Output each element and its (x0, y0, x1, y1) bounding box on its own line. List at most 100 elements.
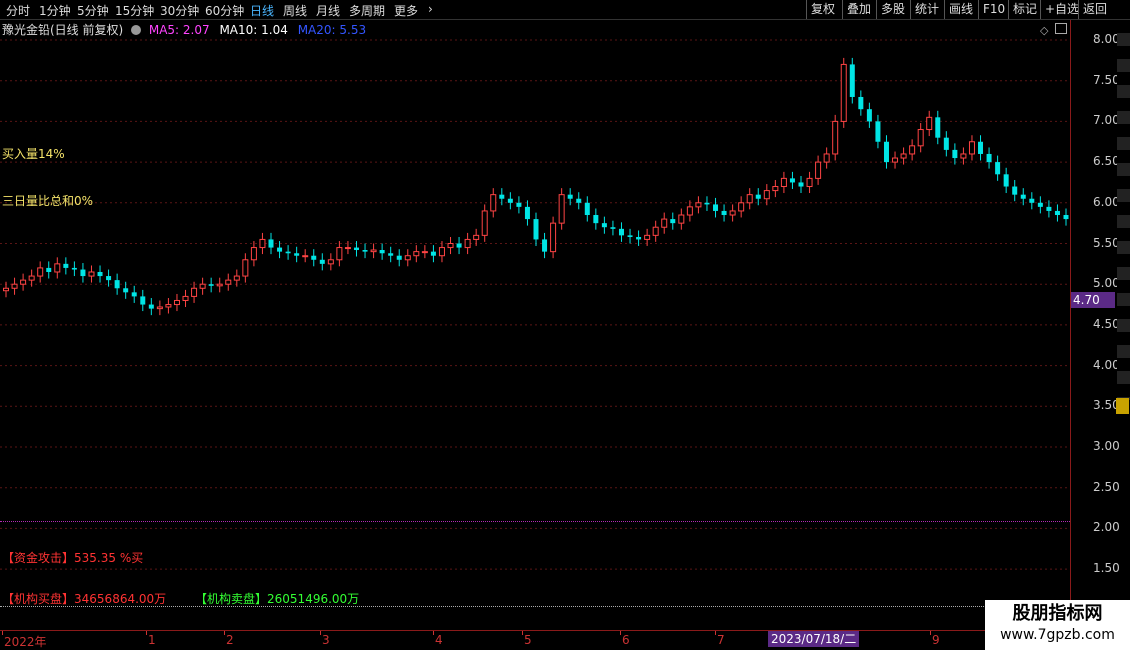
candle-body (618, 228, 624, 236)
date-tick-label: 6 (622, 633, 630, 647)
candle-body (499, 194, 505, 199)
candle-body (1063, 215, 1069, 220)
candle-body (430, 251, 436, 256)
candle-body (695, 202, 702, 208)
candle-body (507, 198, 513, 203)
candle-body (721, 210, 727, 216)
candle-body (952, 149, 958, 159)
date-tick-label: 2 (226, 633, 234, 647)
buy-ratio-text: 买入量14% (2, 147, 65, 161)
inst-sell: 【机构卖盘】26051496.00万 (195, 590, 359, 607)
candle-body (11, 283, 18, 289)
candle-body (542, 239, 548, 252)
candle-body (379, 250, 385, 254)
candle-body (233, 275, 240, 281)
date-axis: 2022年 1 2 3 4 5 6 7 9 (0, 630, 1070, 649)
candle-body (54, 263, 61, 273)
candle-body (516, 202, 522, 207)
candle-body (858, 96, 864, 110)
watermark-url: www.7gpzb.com (1000, 627, 1115, 643)
candle-body (182, 295, 189, 301)
candle-body (840, 63, 847, 122)
candle-body (610, 227, 616, 229)
date-tick (320, 631, 321, 635)
candle-body (294, 253, 300, 256)
date-tick-label: 2022年 (4, 635, 47, 649)
candle-body (1054, 210, 1060, 216)
candle-body (97, 271, 103, 277)
date-tick-label: 1 (148, 633, 156, 647)
candle-body (20, 279, 27, 285)
candle-body (481, 210, 488, 236)
candle-body (892, 157, 899, 163)
three-day-ratio-text: 三日量比总和0% (2, 194, 94, 208)
inst-buy: 【机构买盘】34656864.00万 (2, 590, 166, 607)
candle-body (652, 226, 659, 236)
candle-body (806, 177, 813, 188)
candle-body (173, 299, 180, 306)
capital-attack-value: 535.35 %买 (74, 551, 144, 565)
date-tick (224, 631, 225, 635)
candle-body (670, 219, 676, 224)
candle-body (388, 253, 394, 256)
candle-body (370, 249, 377, 253)
candle-body (917, 129, 924, 147)
candle-body (815, 161, 822, 179)
candle-body (80, 269, 86, 277)
candle-body (926, 116, 933, 131)
candle-body (123, 288, 129, 293)
date-tick-label: 9 (932, 633, 940, 647)
candle-body (593, 215, 599, 224)
price-tick-label: 2.00 (1093, 520, 1120, 535)
candle-body (849, 64, 855, 97)
inst-sell-tag: 【机构卖盘】 (195, 592, 268, 606)
candle-body (413, 251, 420, 257)
candle-body (421, 251, 428, 254)
candle-body (464, 238, 471, 249)
candle-body (71, 267, 77, 270)
candle-body (156, 306, 163, 310)
candle-body (729, 210, 736, 216)
candle-body (636, 236, 642, 240)
candle-body (250, 247, 257, 261)
candle-body (763, 190, 770, 200)
candle-body (336, 247, 343, 261)
candle-body (678, 214, 685, 224)
candle-body (995, 162, 1001, 175)
candle-body (1020, 194, 1026, 199)
candle-body (302, 255, 309, 258)
candle-body (627, 235, 633, 237)
candle-body (661, 218, 668, 228)
candle-body (832, 120, 839, 155)
date-tick (715, 631, 716, 635)
candle-body (601, 223, 607, 228)
candle-body (259, 238, 266, 249)
side-info-strip[interactable] (1115, 20, 1130, 420)
candle-body (140, 296, 146, 305)
current-price-tag: 4.70 (1071, 292, 1115, 308)
candle-body (191, 287, 198, 297)
date-tick (930, 631, 931, 635)
candle-body (644, 234, 651, 240)
candlestick-chart[interactable] (0, 0, 1130, 650)
candle-body (473, 234, 480, 240)
candle-body (199, 283, 206, 289)
candle-body (960, 153, 967, 159)
candle-body (704, 202, 710, 205)
watermark-title: 股朋指标网 (1012, 603, 1103, 624)
pane-divider (0, 521, 1070, 522)
bottom-dotted-line (0, 606, 1070, 607)
candle-body (567, 194, 573, 199)
candle-body (404, 255, 411, 261)
candle-body (738, 202, 745, 212)
candle-body (285, 251, 291, 254)
candle-body (327, 259, 334, 265)
candle-body (311, 255, 317, 260)
candle-body (490, 194, 497, 212)
date-tick-label: 7 (717, 633, 725, 647)
watermark: 股朋指标网 www.7gpzb.com (985, 600, 1130, 650)
candle-body (208, 284, 214, 286)
date-tick (2, 631, 3, 635)
date-tick (620, 631, 621, 635)
candle-body (1046, 206, 1052, 211)
